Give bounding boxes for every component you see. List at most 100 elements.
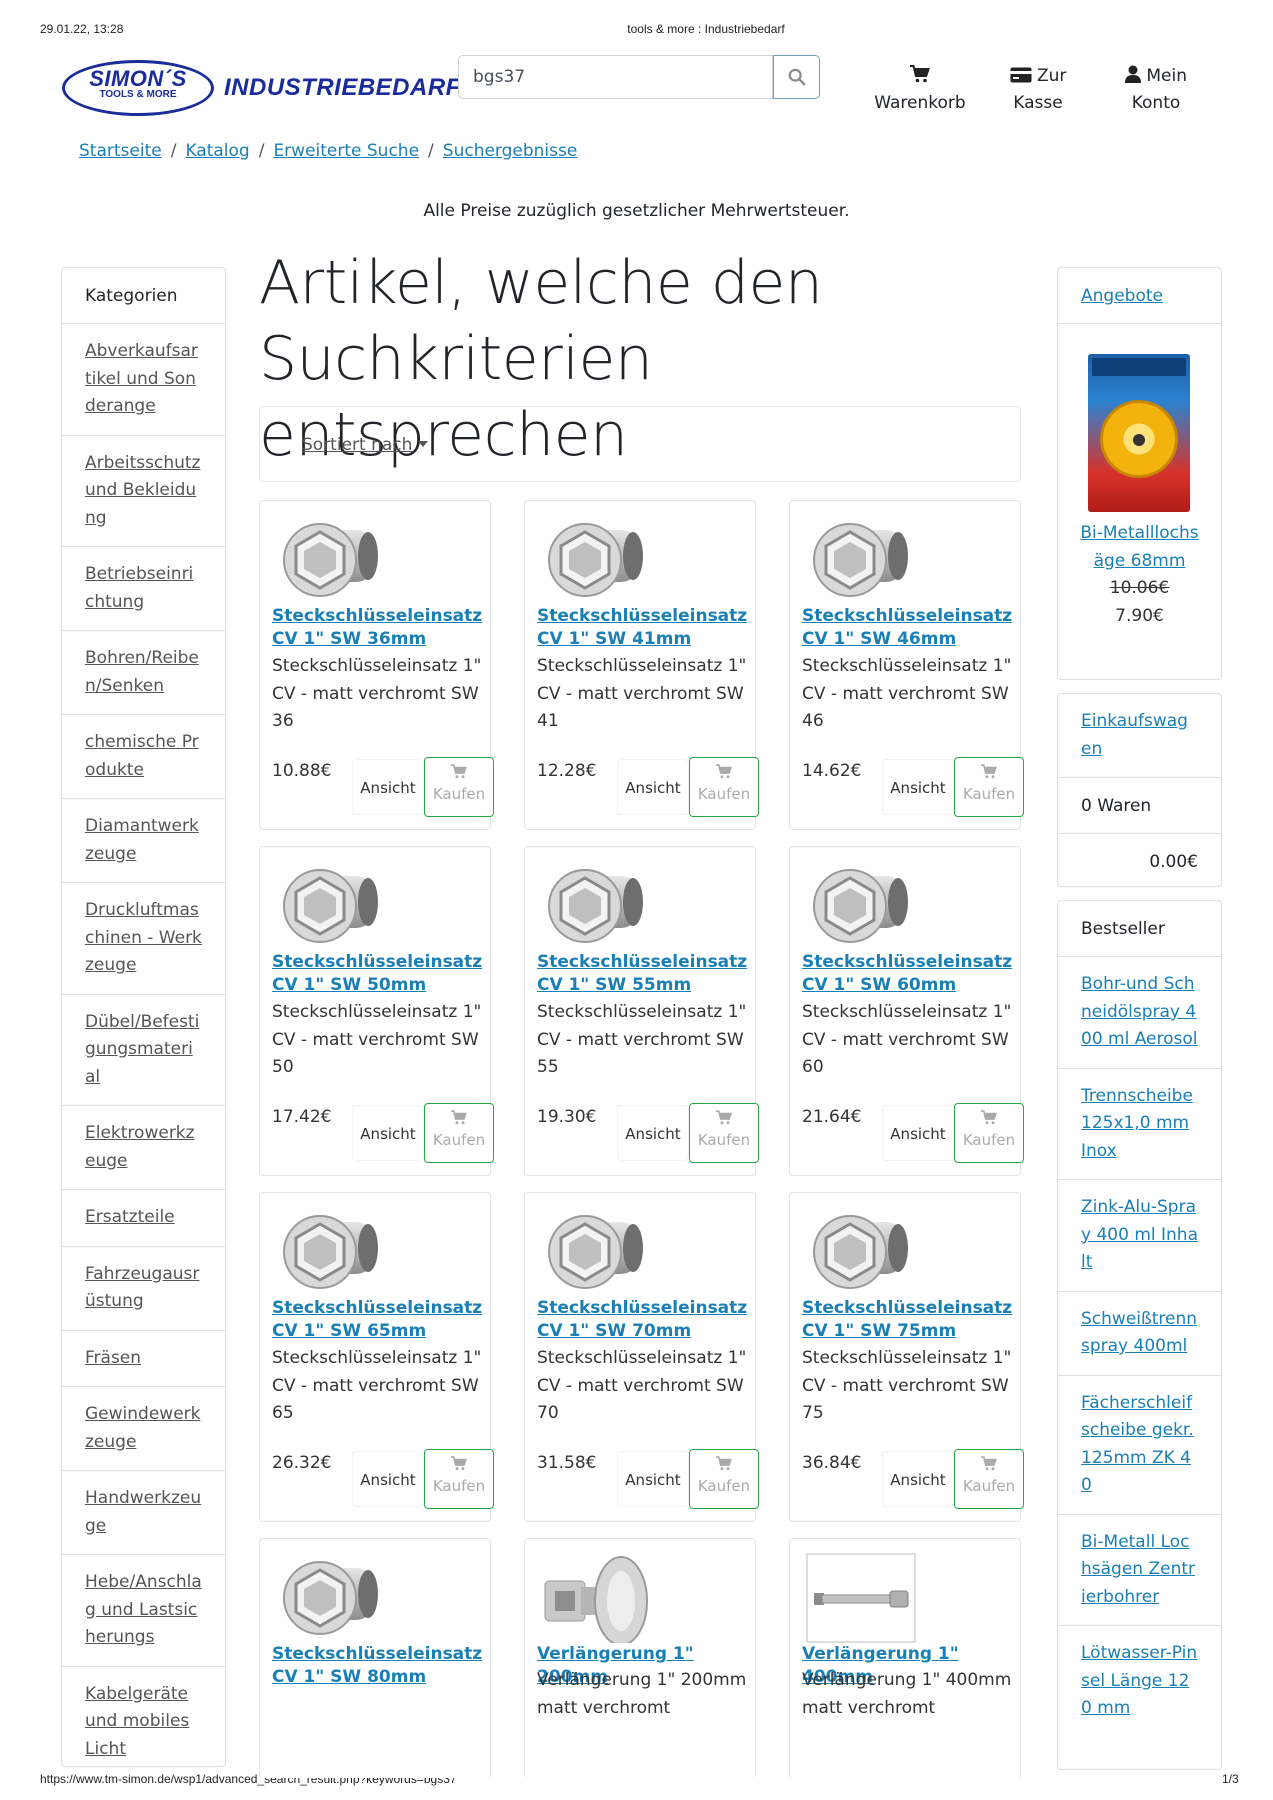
category-item[interactable]: Handwerkzeuge xyxy=(62,1471,225,1555)
view-button[interactable]: Ansicht xyxy=(882,1451,954,1507)
product-title-link[interactable]: Steckschlüsseleinsatz CV 1" SW 50mm xyxy=(272,951,484,997)
category-item[interactable]: Dübel/Befestigungsmaterial xyxy=(62,995,225,1106)
category-link[interactable]: Diamantwerkzeuge xyxy=(85,816,199,864)
category-link[interactable]: Fräsen xyxy=(85,1348,141,1368)
category-item[interactable]: Fahrzeugausrüstung xyxy=(62,1247,225,1331)
breadcrumb-search-results[interactable]: Suchergebnisse xyxy=(443,141,578,161)
category-link[interactable]: Kabelgeräte und mobiles Licht xyxy=(85,1684,189,1759)
buy-button[interactable]: Kaufen xyxy=(424,1103,494,1163)
product-image[interactable] xyxy=(806,1553,916,1643)
sort-dropdown[interactable]: Sortiert nach xyxy=(302,435,429,455)
offer-product-image[interactable] xyxy=(1088,354,1190,512)
bestseller-link[interactable]: Lötwasser-Pinsel Länge 120 mm xyxy=(1081,1643,1197,1718)
product-title-link[interactable]: Steckschlüsseleinsatz CV 1" SW 36mm xyxy=(272,605,484,651)
category-item[interactable]: Kabelgeräte und mobiles Licht xyxy=(62,1667,225,1767)
category-item[interactable]: Betriebseinrichtung xyxy=(62,547,225,631)
product-title-link[interactable]: Steckschlüsseleinsatz CV 1" SW 46mm xyxy=(802,605,1014,651)
view-button[interactable]: Ansicht xyxy=(617,1105,689,1161)
search-button[interactable] xyxy=(773,55,820,99)
product-image[interactable] xyxy=(276,1553,386,1643)
category-link[interactable]: Elektrowerkzeuge xyxy=(85,1123,195,1171)
product-image[interactable] xyxy=(541,1553,651,1646)
cart-link[interactable]: Warenkorb xyxy=(868,63,972,117)
product-title-link[interactable]: Steckschlüsseleinsatz CV 1" SW 75mm xyxy=(802,1297,1014,1343)
bestseller-item[interactable]: Zink-Alu-Spray 400 ml Inhalt xyxy=(1058,1180,1221,1292)
product-image[interactable] xyxy=(806,515,916,605)
category-link[interactable]: Fahrzeugausrüstung xyxy=(85,1264,199,1312)
buy-button[interactable]: Kaufen xyxy=(954,1449,1024,1509)
category-link[interactable]: chemische Produkte xyxy=(85,732,199,780)
product-image[interactable] xyxy=(806,1207,916,1297)
category-link[interactable]: Abverkaufsartikel und Sonderange xyxy=(85,341,198,416)
bestseller-item[interactable]: Fächerschleifscheibe gekr. 125mm ZK 40 xyxy=(1058,1376,1221,1515)
buy-button[interactable]: Kaufen xyxy=(689,1449,759,1509)
bestseller-item[interactable]: Bi-Metall Lochsägen Zentrierbohrer xyxy=(1058,1515,1221,1626)
category-link[interactable]: Ersatzteile xyxy=(85,1207,175,1227)
cart-box-heading-link[interactable]: Einkaufswagen xyxy=(1081,711,1188,759)
bestseller-link[interactable]: Zink-Alu-Spray 400 ml Inhalt xyxy=(1081,1197,1198,1272)
product-image[interactable] xyxy=(276,515,386,605)
buy-button[interactable]: Kaufen xyxy=(689,1103,759,1163)
product-title-link[interactable]: Steckschlüsseleinsatz CV 1" SW 65mm xyxy=(272,1297,484,1343)
view-button[interactable]: Ansicht xyxy=(882,759,954,815)
product-image[interactable] xyxy=(276,1207,386,1297)
category-item[interactable]: Druckluftmaschinen - Werkzeuge xyxy=(62,883,225,995)
search-input[interactable] xyxy=(458,55,773,99)
product-image[interactable] xyxy=(541,861,651,951)
bestseller-link[interactable]: Bohr-und Schneidölspray 400 ml Aerosol xyxy=(1081,974,1198,1049)
product-title-link[interactable]: Steckschlüsseleinsatz CV 1" SW 70mm xyxy=(537,1297,749,1343)
category-item[interactable]: Gewindewerkzeuge xyxy=(62,1387,225,1471)
category-item[interactable]: Arbeitsschutz und Bekleidung xyxy=(62,436,225,547)
category-item[interactable]: Elektrowerkzeuge xyxy=(62,1106,225,1190)
buy-button[interactable]: Kaufen xyxy=(954,757,1024,817)
offer-product-link[interactable]: Bi-Metalllochsäge 68mm xyxy=(1058,520,1221,575)
product-title-link[interactable]: Steckschlüsseleinsatz CV 1" SW 55mm xyxy=(537,951,749,997)
category-item[interactable]: Diamantwerkzeuge xyxy=(62,799,225,883)
buy-button[interactable]: Kaufen xyxy=(424,1449,494,1509)
buy-button[interactable]: Kaufen xyxy=(954,1103,1024,1163)
category-item[interactable]: Fräsen xyxy=(62,1331,225,1387)
view-button[interactable]: Ansicht xyxy=(617,1451,689,1507)
category-link[interactable]: Bohren/Reiben/Senken xyxy=(85,648,199,696)
bestseller-link[interactable]: Schweißtrennspray 400ml xyxy=(1081,1309,1197,1357)
view-button[interactable]: Ansicht xyxy=(617,759,689,815)
bestseller-item[interactable]: Schweißtrennspray 400ml xyxy=(1058,1292,1221,1376)
category-link[interactable]: Hebe/Anschlag und Lastsicherungs xyxy=(85,1572,202,1647)
view-button[interactable]: Ansicht xyxy=(352,1105,424,1161)
breadcrumb-catalog[interactable]: Katalog xyxy=(185,141,249,161)
bestseller-link[interactable]: Bi-Metall Lochsägen Zentrierbohrer xyxy=(1081,1532,1195,1607)
view-button[interactable]: Ansicht xyxy=(352,1451,424,1507)
breadcrumb-advanced-search[interactable]: Erweiterte Suche xyxy=(273,141,419,161)
category-link[interactable]: Betriebseinrichtung xyxy=(85,564,193,612)
product-image[interactable] xyxy=(541,515,651,605)
category-link[interactable]: Gewindewerkzeuge xyxy=(85,1404,200,1452)
breadcrumb-home[interactable]: Startseite xyxy=(79,141,162,161)
bestseller-item[interactable]: Lötwasser-Pinsel Länge 120 mm xyxy=(1058,1626,1221,1737)
offers-heading-link[interactable]: Angebote xyxy=(1081,286,1163,306)
bestseller-item[interactable]: Trennscheibe 125x1,0 mm Inox xyxy=(1058,1069,1221,1180)
category-link[interactable]: Arbeitsschutz und Bekleidung xyxy=(85,453,200,528)
category-link[interactable]: Handwerkzeuge xyxy=(85,1488,201,1536)
buy-button[interactable]: Kaufen xyxy=(424,757,494,817)
site-logo[interactable]: SIMON´S TOOLS & MORE INDUSTRIEBEDARF xyxy=(62,60,460,116)
view-button[interactable]: Ansicht xyxy=(882,1105,954,1161)
category-item[interactable]: chemische Produkte xyxy=(62,715,225,799)
category-item[interactable]: Bohren/Reiben/Senken xyxy=(62,631,225,715)
category-link[interactable]: Dübel/Befestigungsmaterial xyxy=(85,1012,199,1087)
bestseller-link[interactable]: Fächerschleifscheibe gekr. 125mm ZK 40 xyxy=(1081,1393,1194,1496)
category-item[interactable]: Abverkaufsartikel und Sonderange xyxy=(62,324,225,436)
product-title-link[interactable]: Steckschlüsseleinsatz CV 1" SW 80mm xyxy=(272,1643,484,1689)
product-image[interactable] xyxy=(276,861,386,951)
product-image[interactable] xyxy=(806,861,916,951)
product-image[interactable] xyxy=(541,1207,651,1297)
category-item[interactable]: Ersatzteile xyxy=(62,1190,225,1247)
category-link[interactable]: Druckluftmaschinen - Werkzeuge xyxy=(85,900,202,975)
bestseller-item[interactable]: Bohr-und Schneidölspray 400 ml Aerosol xyxy=(1058,957,1221,1069)
bestseller-link[interactable]: Trennscheibe 125x1,0 mm Inox xyxy=(1081,1086,1193,1161)
view-button[interactable]: Ansicht xyxy=(352,759,424,815)
buy-button[interactable]: Kaufen xyxy=(689,757,759,817)
product-title-link[interactable]: Steckschlüsseleinsatz CV 1" SW 60mm xyxy=(802,951,1014,997)
checkout-link[interactable]: Zur Kasse xyxy=(998,63,1078,117)
account-link[interactable]: Mein Konto xyxy=(1116,63,1196,117)
product-title-link[interactable]: Steckschlüsseleinsatz CV 1" SW 41mm xyxy=(537,605,749,651)
